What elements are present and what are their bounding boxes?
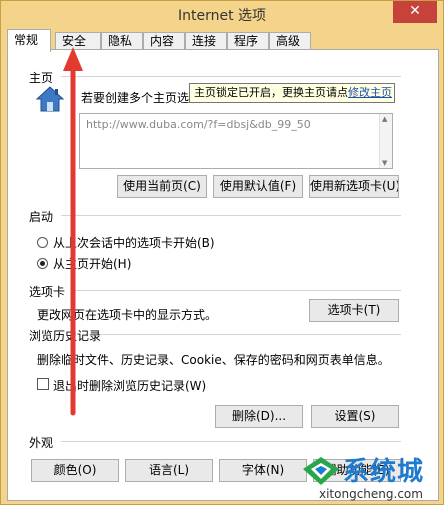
tooltip-text: 主页锁定已开启，更换主页请点 <box>194 86 348 99</box>
startup-section-label: 启动 <box>29 210 54 224</box>
history-settings-button[interactable]: 设置(S) <box>311 405 399 428</box>
window-title: Internet 选项 <box>177 8 267 24</box>
startup-homepage-radio[interactable] <box>37 258 48 269</box>
tabs-section-label: 选项卡 <box>29 285 66 299</box>
startup-last-session-label[interactable]: 从上次会话中的选项卡开始(B) <box>53 234 215 251</box>
use-default-button[interactable]: 使用默认值(F) <box>213 175 303 198</box>
close-button[interactable]: ✕ <box>393 1 437 23</box>
history-divider <box>101 334 401 335</box>
tabs-description: 更改网页在选项卡中的显示方式。 <box>37 308 218 322</box>
appearance-section-label: 外观 <box>29 436 54 450</box>
site-watermark: 系统城 xitongcheng.com <box>297 449 443 505</box>
internet-options-window: Internet 选项 ✕ 常规 安全 隐私 内容 连接 程序 高级 主页 若要… <box>0 0 444 505</box>
homepage-url-field[interactable]: http://www.duba.com/?f=dbsj&db_99_50 <box>79 113 393 169</box>
homepage-divider <box>61 76 401 77</box>
use-current-button[interactable]: 使用当前页(C) <box>117 175 207 198</box>
homepage-url-value: http://www.duba.com/?f=dbsj&db_99_50 <box>86 118 311 131</box>
colors-button[interactable]: 颜色(O) <box>31 459 119 482</box>
fonts-button[interactable]: 字体(N) <box>219 459 307 482</box>
startup-last-session-radio[interactable] <box>37 237 48 248</box>
homepage-section-label: 主页 <box>29 71 54 85</box>
startup-divider <box>61 215 401 216</box>
homepage-description: 若要创建多个主页选项 <box>81 91 202 105</box>
delete-history-button[interactable]: 删除(D)... <box>215 405 303 428</box>
use-new-tab-button[interactable]: 使用新选项卡(U) <box>309 175 399 198</box>
tab-general[interactable]: 常规 <box>7 29 51 52</box>
radio-selected-dot <box>40 261 45 266</box>
startup-homepage-label[interactable]: 从主页开始(H) <box>53 255 131 272</box>
history-description: 删除临时文件、历史记录、Cookie、保存的密码和网页表单信息。 <box>37 353 390 367</box>
appearance-divider <box>61 441 401 442</box>
watermark-logo-icon <box>303 457 339 485</box>
delete-on-exit-label[interactable]: 退出时删除浏览历史记录(W) <box>53 377 206 394</box>
home-icon <box>35 86 65 112</box>
homepage-url-scrollbar[interactable]: ▲ ▼ <box>379 114 392 168</box>
scroll-up-icon[interactable]: ▲ <box>382 115 387 123</box>
scroll-down-icon[interactable]: ▼ <box>382 159 387 167</box>
delete-on-exit-checkbox[interactable] <box>37 378 49 390</box>
modify-homepage-link[interactable]: 修改主页 <box>348 86 392 99</box>
tabs-divider <box>75 290 401 291</box>
watermark-brand: 系统城 <box>343 457 425 487</box>
tabs-settings-button[interactable]: 选项卡(T) <box>309 299 399 322</box>
title-bar[interactable]: Internet 选项 ✕ <box>1 1 443 29</box>
history-section-label: 浏览历史记录 <box>29 329 102 343</box>
homepage-lock-tooltip: 主页锁定已开启，更换主页请点修改主页 <box>189 83 395 103</box>
watermark-url: xitongcheng.com <box>319 487 423 501</box>
languages-button[interactable]: 语言(L) <box>125 459 213 482</box>
